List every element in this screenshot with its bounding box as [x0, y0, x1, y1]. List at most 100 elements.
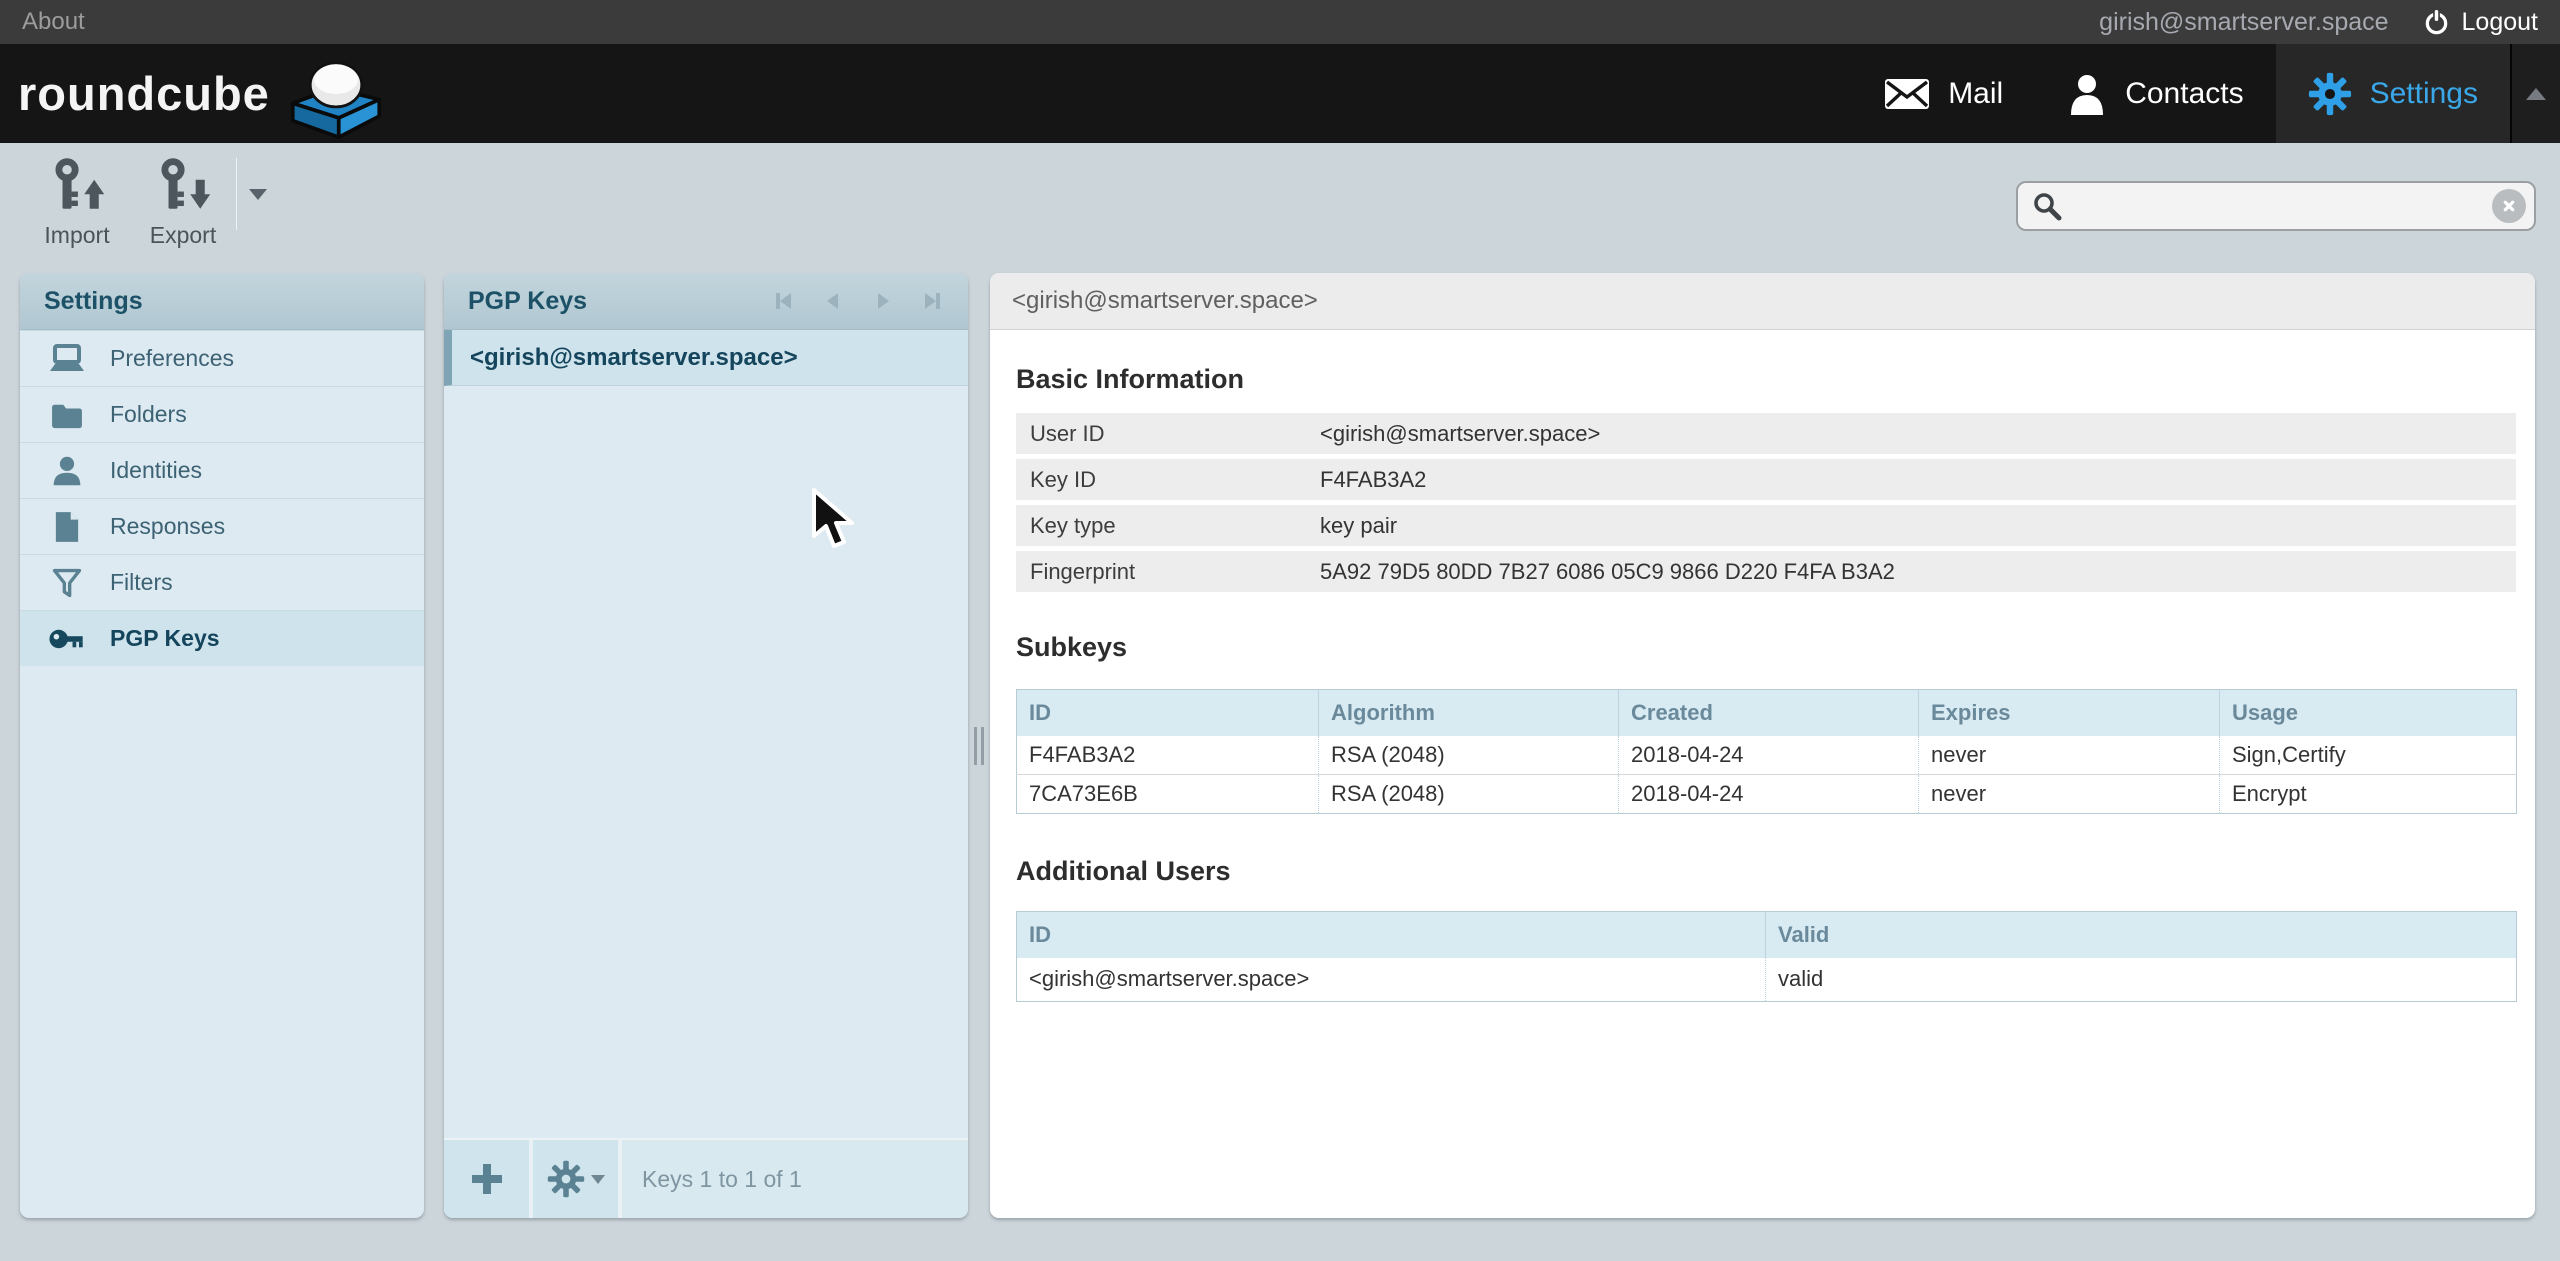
basic-information-heading: Basic Information	[1016, 362, 2516, 396]
monitor-icon	[48, 344, 86, 374]
cell: F4FAB3A2	[1017, 736, 1319, 775]
key-details-content: Basic Information User ID <girish@smarts…	[990, 362, 2535, 1002]
subkeys-table: ID Algorithm Created Expires Usage F4FAB…	[1016, 689, 2517, 814]
users-header-row: ID Valid	[1017, 912, 2517, 958]
basic-row: User ID <girish@smartserver.space>	[1016, 413, 2516, 454]
sidebar-item-label: Identities	[110, 457, 202, 484]
add-icon	[469, 1161, 505, 1197]
nav-next-icon	[872, 290, 894, 312]
row-value: <girish@smartserver.space>	[1320, 421, 1600, 447]
document-icon	[48, 511, 86, 543]
sidebar-item-label: PGP Keys	[110, 625, 220, 652]
key-actions-button[interactable]	[533, 1140, 622, 1218]
sidebar-item-label: Preferences	[110, 345, 234, 372]
nav-last-icon	[922, 290, 944, 312]
column-header: Created	[1619, 690, 1919, 736]
nav-last-button[interactable]	[922, 290, 944, 312]
pgp-keys-panel-title: PGP Keys	[468, 287, 587, 316]
pgp-keys-panel: PGP Keys <girish@smartserver.space>	[444, 273, 968, 1218]
gear-icon	[547, 1160, 585, 1198]
roundcube-logo: roundcube	[18, 44, 388, 143]
sidebar-item-label: Filters	[110, 569, 173, 596]
mail-icon	[1884, 78, 1930, 110]
key-list-item[interactable]: <girish@smartserver.space>	[444, 330, 968, 386]
settings-panel: Settings Preferences Folders Identities …	[20, 273, 424, 1218]
contacts-icon	[2067, 73, 2107, 115]
sidebar-item-identities[interactable]: Identities	[20, 442, 424, 498]
sidebar-item-preferences[interactable]: Preferences	[20, 330, 424, 386]
sidebar-item-pgp-keys[interactable]: PGP Keys	[20, 610, 424, 666]
logged-in-user: girish@smartserver.space	[2099, 8, 2388, 37]
export-options-caret[interactable]	[236, 158, 278, 230]
subkey-row: 7CA73E6B RSA (2048) 2018-04-24 never Enc…	[1017, 775, 2517, 814]
key-details-panel: <girish@smartserver.space> Basic Informa…	[990, 273, 2535, 1218]
banner: roundcube Mail Cont	[0, 44, 2560, 143]
import-label: Import	[44, 222, 109, 249]
cell: 2018-04-24	[1619, 736, 1919, 775]
column-header: Expires	[1919, 690, 2220, 736]
sidebar-item-responses[interactable]: Responses	[20, 498, 424, 554]
column-header: ID	[1017, 690, 1319, 736]
sidebar-item-filters[interactable]: Filters	[20, 554, 424, 610]
basic-information-list: User ID <girish@smartserver.space> Key I…	[1016, 413, 2516, 592]
column-header: ID	[1017, 912, 1766, 958]
key-toolbar: Import Export	[24, 158, 278, 249]
tab-settings-label: Settings	[2370, 77, 2478, 111]
power-icon	[2423, 8, 2450, 36]
dropdown-caret-icon	[249, 189, 267, 200]
row-label: Key type	[1016, 513, 1320, 539]
user-row: <girish@smartserver.space> valid	[1017, 958, 2517, 1002]
collapse-arrow-icon	[2526, 88, 2546, 100]
cube-logo-icon	[284, 48, 388, 140]
import-keys-button[interactable]: Import	[24, 158, 130, 249]
subkeys-heading: Subkeys	[1016, 630, 2516, 664]
nav-first-button[interactable]	[772, 290, 794, 312]
add-key-button[interactable]	[444, 1140, 533, 1218]
row-value: F4FAB3A2	[1320, 467, 1426, 493]
cell: Sign,Certify	[2220, 736, 2517, 775]
dropdown-caret-icon	[591, 1175, 605, 1184]
sidebar-item-label: Folders	[110, 401, 187, 428]
tab-settings[interactable]: Settings	[2276, 44, 2510, 143]
key-import-icon	[47, 158, 107, 216]
subkey-row: F4FAB3A2 RSA (2048) 2018-04-24 never Sig…	[1017, 736, 2517, 775]
key-export-icon	[153, 158, 213, 216]
task-nav: Mail Contacts	[1852, 44, 2560, 143]
export-keys-button[interactable]: Export	[130, 158, 236, 249]
subkeys-header-row: ID Algorithm Created Expires Usage	[1017, 690, 2517, 736]
search-box	[2016, 181, 2536, 231]
column-header: Valid	[1766, 912, 2517, 958]
panel-splitter[interactable]	[968, 273, 990, 1218]
settings-panel-title: Settings	[20, 273, 424, 330]
nav-next-button[interactable]	[872, 290, 894, 312]
nav-first-icon	[772, 290, 794, 312]
filter-icon	[48, 567, 86, 599]
cell: 2018-04-24	[1619, 775, 1919, 814]
collapse-banner-button[interactable]	[2510, 44, 2560, 143]
about-link[interactable]: About	[22, 8, 85, 36]
cell: never	[1919, 775, 2220, 814]
search-input[interactable]	[2062, 183, 2492, 229]
basic-row: Key ID F4FAB3A2	[1016, 459, 2516, 500]
column-header: Usage	[2220, 690, 2517, 736]
key-list-pager	[772, 290, 944, 312]
tab-mail[interactable]: Mail	[1852, 44, 2035, 143]
row-label: User ID	[1016, 421, 1320, 447]
key-icon	[48, 627, 86, 651]
tab-mail-label: Mail	[1948, 77, 2003, 111]
topbar: About girish@smartserver.space Logout	[0, 0, 2560, 44]
person-icon	[48, 455, 86, 487]
settings-gear-icon	[2308, 72, 2352, 116]
column-header: Algorithm	[1319, 690, 1619, 736]
nav-prev-icon	[822, 290, 844, 312]
logout-button[interactable]: Logout	[2423, 8, 2538, 37]
nav-prev-button[interactable]	[822, 290, 844, 312]
cell: RSA (2048)	[1319, 775, 1619, 814]
clear-search-button[interactable]	[2492, 189, 2526, 223]
cell: never	[1919, 736, 2220, 775]
basic-row: Fingerprint 5A92 79D5 80DD 7B27 6086 05C…	[1016, 551, 2516, 592]
tab-contacts[interactable]: Contacts	[2035, 44, 2275, 143]
sidebar-item-folders[interactable]: Folders	[20, 386, 424, 442]
folder-icon	[48, 401, 86, 429]
additional-users-heading: Additional Users	[1016, 854, 2516, 888]
